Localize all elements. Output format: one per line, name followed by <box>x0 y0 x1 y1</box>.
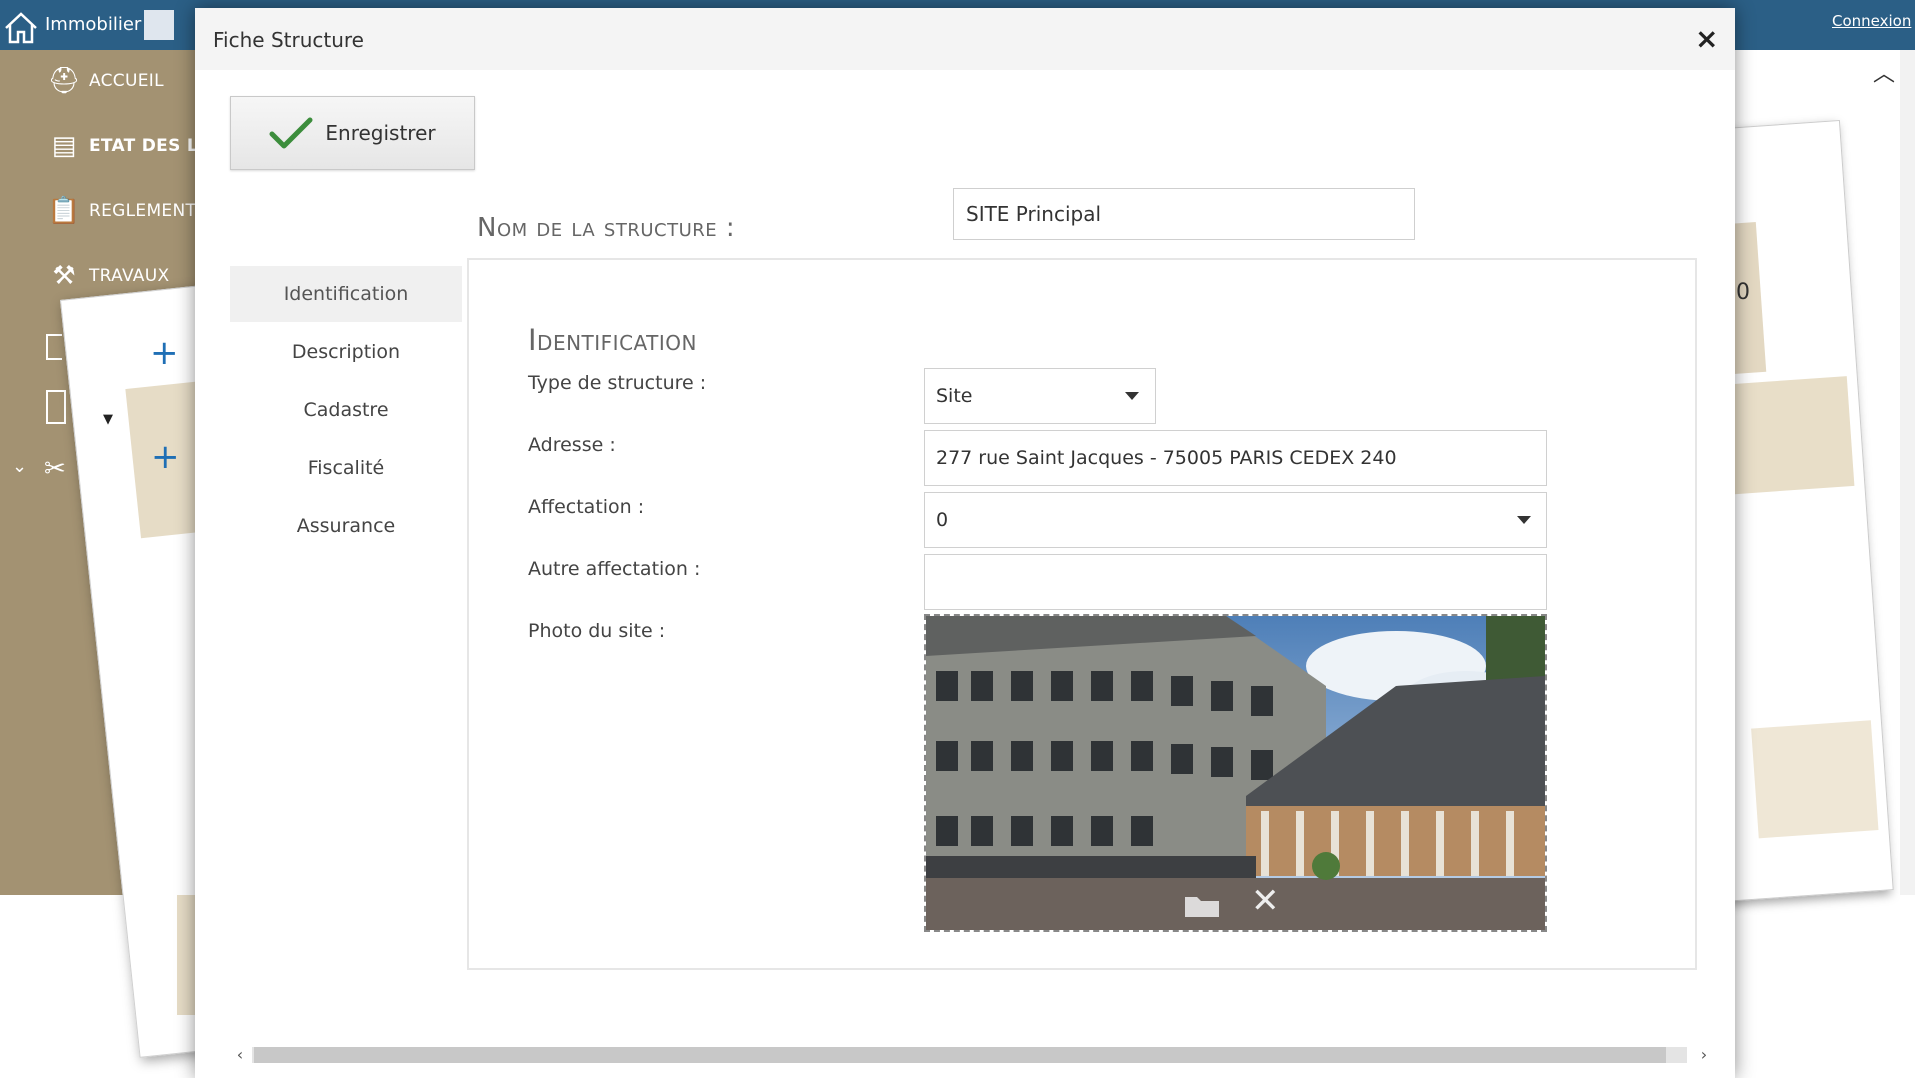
tab-assurance[interactable]: Assurance <box>230 498 462 554</box>
site-photo-image <box>926 616 1545 930</box>
adresse-input[interactable] <box>924 430 1547 486</box>
building-icon <box>46 390 66 424</box>
background-text-fragment: 0 <box>1736 280 1750 305</box>
scroll-thumb[interactable] <box>254 1047 1666 1063</box>
save-button[interactable]: Enregistrer <box>230 96 475 170</box>
folder-icon[interactable] <box>1183 891 1223 919</box>
nav-item-accueil[interactable]: ⛑ ACCUEIL <box>45 60 164 102</box>
nav-item-reglement[interactable]: 📋 REGLEMENT <box>45 190 196 232</box>
save-label: Enregistrer <box>325 121 436 145</box>
type-structure-select[interactable]: Site <box>924 368 1156 424</box>
chevron-down-icon[interactable]: ⌄ <box>12 456 27 477</box>
checkmark-icon <box>269 117 313 149</box>
horizontal-scrollbar[interactable]: ‹ › <box>230 1043 1715 1067</box>
photo-label: Photo du site : <box>528 620 666 642</box>
connexion-link[interactable]: Connexion <box>1832 12 1911 30</box>
affectation-value: 0 <box>936 509 949 531</box>
caret-down-icon <box>1125 392 1139 400</box>
type-structure-label: Type de structure : <box>528 372 707 394</box>
plus-icon[interactable]: + <box>151 440 180 474</box>
structure-name-input[interactable] <box>953 188 1415 240</box>
scroll-left-icon[interactable]: ‹ <box>230 1043 250 1067</box>
cabinet-icon: ▤ <box>51 131 77 161</box>
tab-fiscalite[interactable]: Fiscalité <box>230 440 462 496</box>
app-logo <box>144 10 174 40</box>
modal-header <box>195 8 1735 70</box>
adresse-label: Adresse : <box>528 434 616 456</box>
autre-affectation-input[interactable] <box>924 554 1547 610</box>
affectation-label: Affectation : <box>528 496 645 518</box>
app-title: Immobilier <box>45 14 142 35</box>
nav-item-etat[interactable]: ▤ ETAT DES LI <box>45 125 205 167</box>
section-title: Identification <box>528 323 697 357</box>
helmet-icon: ⛑ <box>47 66 81 96</box>
tab-identification[interactable]: Identification <box>230 266 462 322</box>
structure-name-label: Nom de la structure : <box>477 213 736 243</box>
type-structure-value: Site <box>936 385 973 407</box>
clipboard-icon: 📋 <box>47 196 81 226</box>
nav-label: ETAT DES LI <box>89 136 205 156</box>
close-icon[interactable]: × <box>1695 22 1718 55</box>
affectation-select[interactable]: 0 <box>924 492 1547 548</box>
nav-label: REGLEMENT <box>89 201 197 221</box>
scroll-right-icon[interactable]: › <box>1694 1043 1714 1067</box>
home-icon[interactable] <box>2 8 40 46</box>
autre-affectation-label: Autre affectation : <box>528 558 701 580</box>
nav-label: ACCUEIL <box>89 71 164 91</box>
tab-cadastre[interactable]: Cadastre <box>230 382 462 438</box>
document-icon <box>46 334 62 360</box>
nav-label: TRAVAUX <box>89 266 170 286</box>
crane-icon: ⚒ <box>52 261 76 291</box>
tab-description[interactable]: Description <box>230 324 462 380</box>
tools-icon[interactable]: ✂ <box>44 454 66 484</box>
chevron-up-icon[interactable]: ︿ <box>1873 56 1895 88</box>
right-scrollbar[interactable] <box>1900 50 1915 895</box>
caret-down-icon[interactable]: ▼ <box>103 412 113 427</box>
fiche-structure-modal: Fiche Structure × Enregistrer Nom de la … <box>195 8 1735 1078</box>
site-photo[interactable] <box>924 614 1547 932</box>
remove-photo-icon[interactable]: ✕ <box>1251 884 1280 918</box>
plus-icon[interactable]: + <box>150 336 179 370</box>
modal-title: Fiche Structure <box>213 28 364 52</box>
caret-down-icon <box>1517 516 1531 524</box>
